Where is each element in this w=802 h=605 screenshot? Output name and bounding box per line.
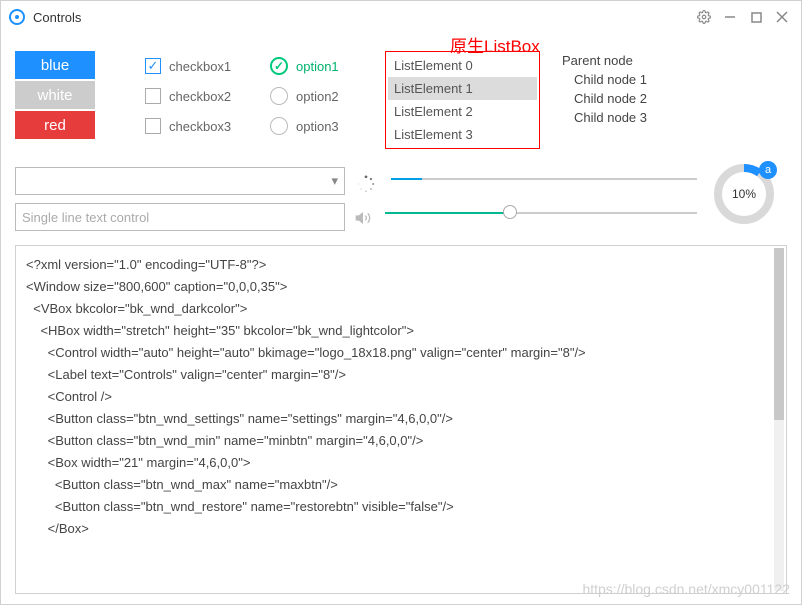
code-line: <Control width="auto" height="auto" bkim… <box>26 342 776 364</box>
list-item[interactable]: ListElement 0 <box>388 54 537 77</box>
combo-box[interactable]: ▾ <box>15 167 345 195</box>
list-item[interactable]: ListElement 2 <box>388 100 537 123</box>
volume-icon <box>355 210 371 226</box>
code-line: <Window size="800,600" caption="0,0,0,35… <box>26 276 776 298</box>
code-line: <HBox width="stretch" height="35" bkcolo… <box>26 320 776 342</box>
slider-2[interactable] <box>385 201 697 225</box>
list-item[interactable]: ListElement 1 <box>388 77 537 100</box>
textline-placeholder: Single line text control <box>22 210 149 225</box>
progress-badge: a <box>759 161 777 179</box>
slider-thumb[interactable] <box>503 205 517 219</box>
code-line: <?xml version="1.0" encoding="UTF-8"?> <box>26 254 776 276</box>
watermark: https://blog.csdn.net/xmcy001122 <box>582 581 790 597</box>
loading-icon <box>355 172 377 196</box>
annotation-label: 原生ListBox <box>450 32 540 57</box>
checkbox-group: ✓ checkbox1 checkbox2 checkbox3 <box>105 51 250 149</box>
color-buttons: blue white red <box>15 51 105 149</box>
radio-2[interactable]: option2 <box>270 81 380 111</box>
checkbox-label: checkbox3 <box>169 119 231 134</box>
white-button[interactable]: white <box>15 81 95 109</box>
radio-label: option2 <box>296 89 339 104</box>
code-line: <Button class="btn_wnd_min" name="minbtn… <box>26 430 776 452</box>
progress-ring: 10% a <box>711 161 777 227</box>
check-icon: ✓ <box>145 58 161 74</box>
slider-1[interactable] <box>391 167 697 191</box>
code-line: <Button class="btn_wnd_restore" name="re… <box>26 496 776 518</box>
slider-track <box>385 212 697 214</box>
minimize-icon[interactable] <box>719 6 741 28</box>
radio-label: option1 <box>296 59 339 74</box>
list-box[interactable]: ListElement 0 ListElement 1 ListElement … <box>385 51 540 149</box>
scrollbar[interactable] <box>774 248 784 591</box>
code-line: <VBox bkcolor="bk_wnd_darkcolor"> <box>26 298 776 320</box>
check-icon <box>145 88 161 104</box>
window: Controls 原生ListBox blue white red ✓ chec… <box>0 0 802 605</box>
tree-child[interactable]: Child node 2 <box>558 89 688 108</box>
checkbox-label: checkbox1 <box>169 59 231 74</box>
app-logo-icon <box>9 9 25 25</box>
radio-3[interactable]: option3 <box>270 111 380 141</box>
textline-input[interactable]: Single line text control <box>15 203 345 231</box>
radio-icon <box>270 87 288 105</box>
radio-1[interactable]: option1 <box>270 51 380 81</box>
blue-button[interactable]: blue <box>15 51 95 79</box>
tree-child[interactable]: Child node 3 <box>558 108 688 127</box>
code-line: <Box width="21" margin="4,6,0,0"> <box>26 452 776 474</box>
maximize-icon[interactable] <box>745 6 767 28</box>
checkbox-label: checkbox2 <box>169 89 231 104</box>
chevron-down-icon: ▾ <box>331 173 338 189</box>
radio-label: option3 <box>296 119 339 134</box>
radio-icon <box>270 57 288 75</box>
inputs-row: ▾ Single line text control <box>15 167 787 235</box>
slider-fill <box>391 178 422 180</box>
slider-track <box>391 178 697 180</box>
code-line: </Box> <box>26 518 776 540</box>
list-item[interactable]: ListElement 3 <box>388 123 537 146</box>
red-button[interactable]: red <box>15 111 95 139</box>
code-line: <Label text="Controls" valign="center" m… <box>26 364 776 386</box>
settings-icon[interactable] <box>693 6 715 28</box>
slider-fill <box>385 212 510 214</box>
content-area: blue white red ✓ checkbox1 checkbox2 che… <box>1 33 801 604</box>
radio-group: option1 option2 option3 <box>250 51 380 149</box>
close-icon[interactable] <box>771 6 793 28</box>
code-line: <Button class="btn_wnd_settings" name="s… <box>26 408 776 430</box>
check-icon <box>145 118 161 134</box>
tree-parent[interactable]: Parent node <box>558 51 688 70</box>
scrollbar-thumb[interactable] <box>774 248 784 420</box>
tree-view[interactable]: Parent node Child node 1 Child node 2 Ch… <box>558 51 688 149</box>
controls-row: blue white red ✓ checkbox1 checkbox2 che… <box>15 51 787 149</box>
window-title: Controls <box>33 10 689 25</box>
checkbox-3[interactable]: checkbox3 <box>145 111 250 141</box>
checkbox-2[interactable]: checkbox2 <box>145 81 250 111</box>
tree-child[interactable]: Child node 1 <box>558 70 688 89</box>
text-inputs: ▾ Single line text control <box>15 167 345 231</box>
code-line: <Control /> <box>26 386 776 408</box>
checkbox-1[interactable]: ✓ checkbox1 <box>145 51 250 81</box>
code-line: <Button class="btn_wnd_max" name="maxbtn… <box>26 474 776 496</box>
titlebar: Controls <box>1 1 801 33</box>
radio-icon <box>270 117 288 135</box>
code-view[interactable]: <?xml version="1.0" encoding="UTF-8"?> <… <box>15 245 787 594</box>
